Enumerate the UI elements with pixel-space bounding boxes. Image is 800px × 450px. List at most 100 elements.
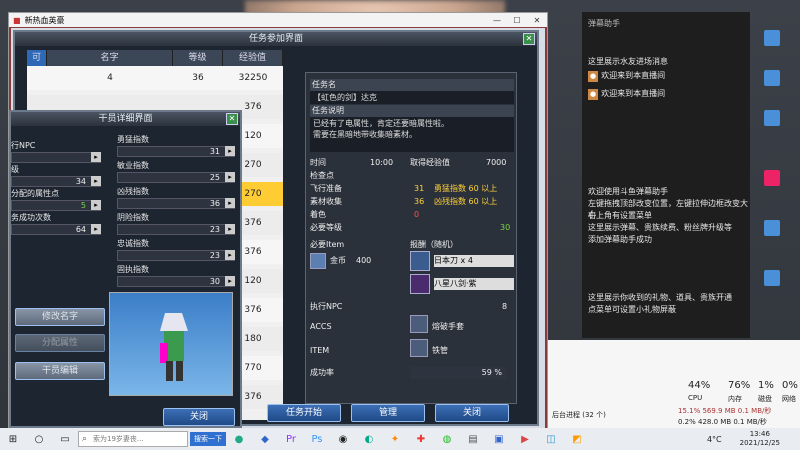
weather-temp[interactable]: 4°C [707,435,722,444]
wechat-icon[interactable]: ◍ [436,430,458,448]
agent-stat-value: 23 [117,224,235,235]
windows-start-icon[interactable]: ⊞ [2,430,24,448]
maximize-icon[interactable]: ☐ [507,16,527,25]
agent-edit-button[interactable]: 干员编辑 [15,362,105,380]
exp-gain-label: 取得经验值 [410,158,450,167]
danmaku-panel: 弹幕助手 这里展示水友进场消息 ● 欢迎来到本直播间 ● 欢迎来到本直播间 欢迎使用斗鱼弹… [582,12,750,338]
start-quest-button[interactable]: 任务开始 [267,404,341,422]
fan-badge-icon: ● [588,71,599,82]
accs-icon[interactable] [410,315,428,333]
desktop-icon-6[interactable] [764,270,780,286]
stat-arrow-icon[interactable]: ▸ [91,200,101,210]
accs-value: 熔破手套 [432,322,464,331]
cell-exp: 32250 [238,73,268,83]
check-value: 31 [414,184,425,193]
desktop-icon-3[interactable] [764,110,780,126]
desktop-icon-5[interactable] [764,220,780,236]
proc-row2: 0.2% 428.0 MB 0.1 MB/秒 [678,418,767,426]
minimize-icon[interactable]: — [487,16,507,25]
agent-detail-panel: 干员详细界面 ✕ 行NPC ▸ 级 34 ▸ 分配的属性点 5 ▸ 务成功次数 64 ▸ 勇猛指数 3… [9,110,242,428]
danmaku-message: 欢迎使用斗鱼弹幕助手 [588,186,748,197]
manage-button[interactable]: 管理 [351,404,425,422]
agent-left-stat-value: 64 [11,224,101,235]
taskbar-search-button[interactable]: 搜索一下 [190,432,226,446]
npc-value: 8 [502,302,508,311]
stat-arrow-icon[interactable]: ▸ [225,276,235,286]
app-icon-6[interactable]: ▣ [488,430,510,448]
game-area: 任务参加界面 ✕ 可 名字 等级 经验值 4 36 32250 376 120 270 27… [9,28,545,428]
photoshop-icon[interactable]: Ps [306,430,328,448]
agent-stat-label: 固执指数 [117,265,149,274]
time-value: 10:00 [370,158,394,167]
agent-sprite [160,313,188,381]
cell-id: 4 [107,73,113,83]
edge-icon[interactable]: ◐ [358,430,380,448]
task-view-icon[interactable]: ▭ [54,430,76,448]
app-icon-4[interactable]: ✚ [410,430,432,448]
col-name[interactable]: 名字 [47,50,173,66]
danmaku-message: 这里展示弹幕、贵族续费、粉丝牌升级等 [588,222,748,233]
app-icon-1[interactable]: ● [228,430,250,448]
desktop-icon-4[interactable] [764,170,780,186]
agent-left-stat-value: 5 [11,200,101,211]
table-row[interactable]: 4 36 32250 [27,66,283,90]
col-level[interactable]: 等级 [173,50,223,66]
reward-item2-icon[interactable] [410,274,430,294]
qq-icon[interactable]: ◉ [332,430,354,448]
check-row: 素材收集 36 凶残指数 60 以上 [310,196,514,208]
quest-name-value: 【虹色的剑】达克 [310,91,514,104]
premiere-icon[interactable]: Pr [280,430,302,448]
game-titlebar[interactable]: ■ 新热血英豪 — ☐ ✕ [9,13,547,27]
cortana-icon[interactable]: ○ [28,430,50,448]
stat-arrow-icon[interactable]: ▸ [225,250,235,260]
app-icon-5[interactable]: ▤ [462,430,484,448]
danmaku-message: 添加弹幕助手成功 [588,234,748,245]
quest-panel-close-icon[interactable]: ✕ [523,33,535,45]
agent-stat: 阴险指数 23 ▸ [117,212,237,235]
stat-arrow-icon[interactable]: ▸ [91,152,101,162]
clock[interactable]: 13:46 2021/12/25 [740,430,780,448]
desktop-icon-2[interactable] [764,70,780,86]
check-label: 飞行准备 [310,184,342,193]
stat-arrow-icon[interactable]: ▸ [225,198,235,208]
item2-icon[interactable] [410,339,428,357]
quest-panel-title: 任务参加界面 [15,32,537,46]
danmaku-message-text: 这里展示弹幕、贵族续费、粉丝牌升级等 [588,223,732,232]
danmaku-message-text: 点菜单可设置小礼物屏蔽 [588,305,676,314]
proc-label: 后台进程 (32 个) [552,411,606,419]
app-icon-3[interactable]: ✦ [384,430,406,448]
app-icon-2[interactable]: ◆ [254,430,276,448]
reward-item1-icon[interactable] [410,251,430,271]
gold-icon [310,253,326,269]
agent-panel-close-icon[interactable]: ✕ [226,113,238,125]
app-icon-7[interactable]: ▶ [514,430,536,448]
agent-close-button[interactable]: 关闭 [163,408,235,426]
mem-value: 76% [728,380,751,391]
desktop-icon-1[interactable] [764,30,780,46]
danmaku-message: 这里展示水友进场消息 [588,56,748,67]
check-requirement: 凶残指数 60 以上 [434,197,498,206]
agent-stat-label: 勇猛指数 [117,135,149,144]
danmaku-message-text: 添加弹幕助手成功 [588,235,652,244]
col-exp[interactable]: 经验值 [223,50,283,66]
assign-attr-button[interactable]: 分配属性 [15,334,105,352]
taskbar-search-input[interactable]: 索为19岁妻丧... [78,431,188,447]
stat-arrow-icon[interactable]: ▸ [225,172,235,182]
rename-button[interactable]: 修改名字 [15,308,105,326]
stat-arrow-icon[interactable]: ▸ [225,224,235,234]
danmaku-message: 这里展示你收到的礼物、道具、贵族开通 [588,292,748,303]
stat-arrow-icon[interactable]: ▸ [91,224,101,234]
stat-arrow-icon[interactable]: ▸ [91,176,101,186]
close-icon[interactable]: ✕ [527,16,547,25]
tab-available[interactable]: 可 [27,50,47,66]
check-value: 36 [414,197,425,206]
stat-arrow-icon[interactable]: ▸ [225,146,235,156]
check-row: 着色 0 [310,209,514,221]
app-icon-8[interactable]: ◫ [540,430,562,448]
exp-gain-value: 7000 [486,158,507,167]
danmaku-title: 弹幕助手 [588,19,620,28]
app-icon-9[interactable]: ◩ [566,430,588,448]
close-button[interactable]: 关闭 [435,404,509,422]
agent-stat-label: 忠诚指数 [117,239,149,248]
quest-desc-line2: 需要在黑暗地带收集暗素材。 [310,128,514,152]
